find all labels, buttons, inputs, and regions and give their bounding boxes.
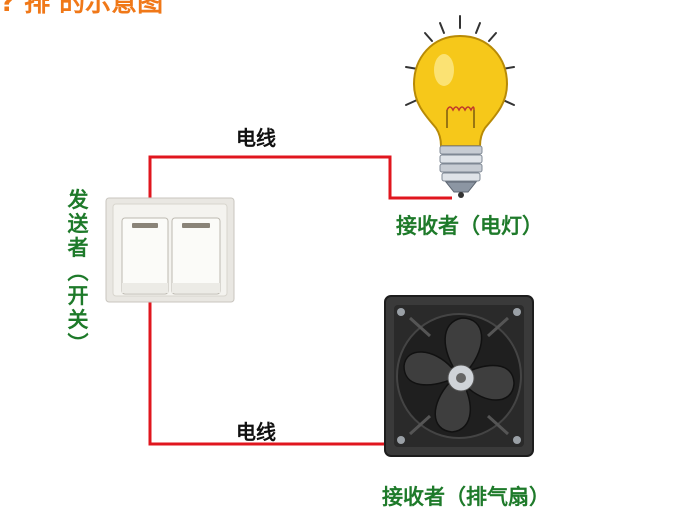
diagram-canvas [105, 15, 534, 457]
top-wire-label: 电线 [236, 126, 276, 150]
light-bulb-icon [405, 15, 515, 198]
sender-char: 发 [67, 188, 89, 212]
sender-char: 开 [67, 284, 89, 308]
sender-char: ︶ [67, 332, 89, 356]
sender-char: 者 [67, 236, 89, 260]
sender-char: ︵ [67, 260, 89, 284]
exhaust-fan-icon [384, 295, 534, 457]
wall-switch-icon [105, 197, 235, 303]
fan-receiver-label: 接收者（排气扇） [382, 485, 550, 509]
sender-char: 送 [67, 212, 89, 236]
sender-char: 关 [67, 308, 89, 332]
sender-label: 发 送 者 ︵ 开 关 ︶ [64, 188, 92, 356]
lamp-receiver-label: 接收者（电灯） [396, 214, 543, 238]
bottom-wire-label: 电线 [236, 420, 276, 444]
